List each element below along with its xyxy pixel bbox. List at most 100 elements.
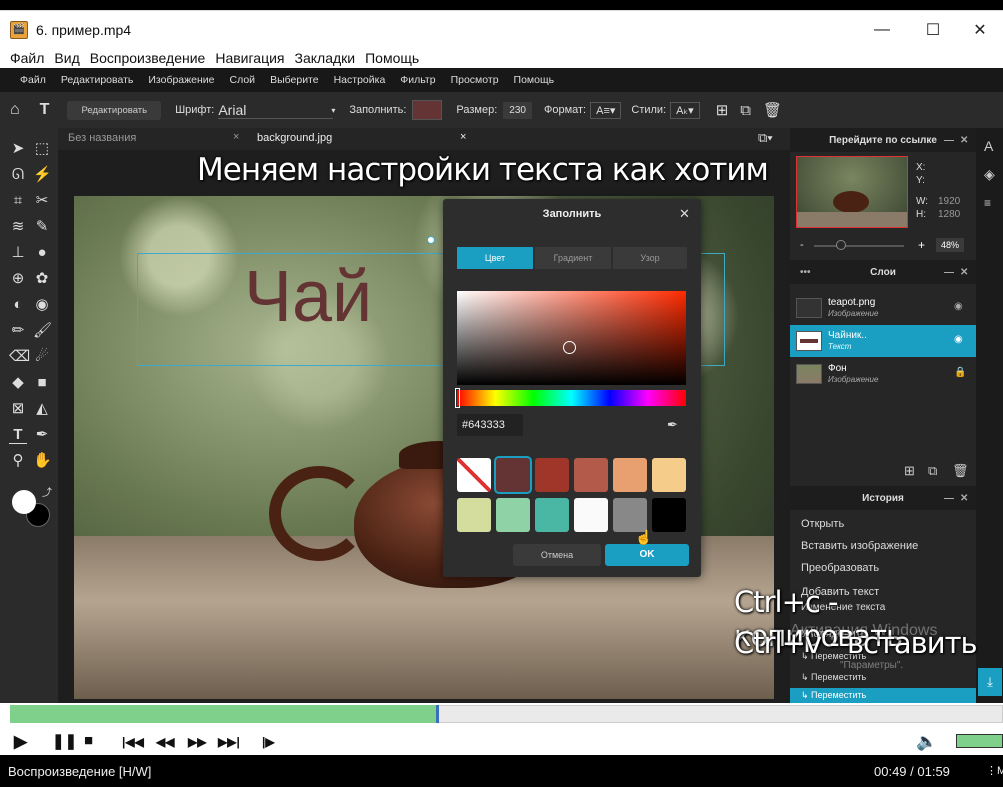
color-swatch[interactable] [613,458,647,492]
menu-navigation[interactable]: Навигация [215,50,284,66]
color-swatch[interactable] [496,498,530,532]
panel-close-icon[interactable]: ✕ [960,267,968,278]
font-select[interactable]: Arial [218,102,334,119]
dialog-close-icon[interactable]: ✕ [679,206,690,222]
color-picker-handle[interactable] [563,341,576,354]
text-panel-icon[interactable]: A [984,138,993,154]
magic-wand-icon[interactable]: ⚡ [33,166,52,184]
speaker-icon[interactable]: 🔈 [916,732,937,752]
window-arrange-icon[interactable]: ⧉▾ [758,130,773,146]
image-tool-icon[interactable]: ⊠ [9,400,27,418]
delete-layer-icon[interactable]: 🗑 [952,463,969,479]
frame-step-icon[interactable]: |▶ [262,735,275,749]
close-button[interactable]: ✕ [957,11,1003,49]
editor-menu-filter[interactable]: Фильтр [400,74,435,86]
menu-file[interactable]: Файл [10,50,44,66]
layer-text[interactable]: Чайник.. Текст ◉ [790,325,976,357]
size-select[interactable]: 230 [503,101,532,119]
history-item-selected[interactable]: ↳ Переместить [790,688,976,703]
bucket-icon[interactable]: ◆ [9,374,27,392]
rectangle-icon[interactable]: ■ [33,374,51,392]
panel-close-icon[interactable]: ✕ [960,493,968,504]
zoom-out-button[interactable]: - [800,239,804,251]
eyedropper-icon[interactable]: ✒ [667,417,678,433]
canvas-text[interactable]: Чай [244,257,372,337]
history-item[interactable]: Преобразовать [790,557,976,579]
tab-pattern[interactable]: Узор [613,247,687,269]
stamp-icon[interactable]: ⊥ [9,244,27,262]
tab-untitled[interactable]: Без названия [68,132,136,144]
swatch-none[interactable] [457,458,491,492]
zoom-slider-handle[interactable] [836,240,846,250]
zoom-value[interactable]: 48% [936,238,965,252]
hand-icon[interactable]: ✋ [33,452,52,470]
text-style-icon[interactable]: Aₖ▾ [670,101,700,119]
hue-slider-handle[interactable] [455,388,460,408]
eye-icon[interactable]: ◉ [954,334,963,345]
stop-icon[interactable]: ■ [84,732,93,749]
more-icon[interactable]: ••• [800,267,811,278]
zoom-in-button[interactable]: + [918,238,925,252]
tab-close-icon[interactable]: × [460,131,466,143]
liquify-icon[interactable]: ≋ [9,218,27,236]
swap-colors-icon[interactable]: ⤴ [42,484,52,499]
drop-icon[interactable]: ● [33,244,51,262]
add-icon[interactable]: ⊞ [716,101,729,119]
editor-menu-adjust[interactable]: Настройка [334,74,386,86]
adjust-panel-icon[interactable]: ≡ [984,196,991,210]
color-swatch[interactable] [613,498,647,532]
marquee-tool-icon[interactable]: ⬚ [33,140,51,158]
zoom-icon[interactable]: ⚲ [9,452,27,470]
hex-input[interactable]: #643333 [457,414,523,436]
home-icon[interactable]: ⌂ [10,101,20,119]
text-tool-icon[interactable]: T [9,426,27,444]
dodge-icon[interactable]: ◐ [9,296,27,314]
lasso-tool-icon[interactable]: ᘏ [9,166,27,184]
shape-tool-icon[interactable]: ◭ [33,400,51,418]
tab-color[interactable]: Цвет [457,247,533,269]
hue-slider[interactable] [457,390,686,406]
trash-icon[interactable]: 🗑 [763,101,782,119]
layers-panel-icon[interactable]: ◈ [984,166,995,183]
play-icon[interactable]: ▶ [14,732,27,752]
lock-icon[interactable]: 🔒 [954,367,966,378]
pen-icon[interactable]: ✒ [33,426,51,444]
zoom-slider[interactable] [814,245,904,247]
navigator-thumbnail[interactable] [796,156,908,228]
seek-bar-position[interactable] [436,705,439,723]
burn-icon[interactable]: ◉ [33,296,51,314]
panel-close-icon[interactable]: ✕ [960,135,968,146]
color-swatch[interactable] [574,458,608,492]
layer-teapot[interactable]: teapot.png Изображение ◉ [790,292,976,324]
minimize-button[interactable]: — [859,11,905,49]
maximize-button[interactable]: ☐ [910,11,956,49]
collapse-icon[interactable]: — [944,135,954,146]
volume-slider[interactable] [956,734,1003,748]
pencil-icon[interactable]: ✏ [9,322,27,340]
tab-gradient[interactable]: Градиент [535,247,611,269]
pause-icon[interactable]: ❚❚ [52,732,77,750]
fast-forward-icon[interactable]: ▶▶ [188,735,206,749]
move-tool-icon[interactable]: ➤ [9,140,27,158]
color-swatch[interactable] [535,458,569,492]
menu-playback[interactable]: Воспроизведение [90,50,206,66]
tab-background[interactable]: background.jpg [257,132,332,144]
collapse-icon[interactable]: — [944,493,954,504]
aspect-icon[interactable]: ⋮M [986,764,1003,777]
editor-menu-layer[interactable]: Слой [230,74,256,86]
eraser-icon[interactable]: ⌫ [9,348,30,366]
history-item[interactable]: Вставить изображение [790,535,976,557]
download-icon[interactable]: ⤓ [978,668,1002,696]
foreground-color-icon[interactable] [12,490,36,514]
color-swatch[interactable] [652,498,686,532]
color-swatch[interactable] [457,498,491,532]
menu-bookmarks[interactable]: Закладки [295,50,356,66]
menu-help[interactable]: Помощь [365,50,419,66]
cancel-button[interactable]: Отмена [513,544,601,566]
previous-icon[interactable]: |◀◀ [122,735,144,749]
history-item[interactable]: Открыть [790,513,976,535]
collapse-icon[interactable]: — [944,267,954,278]
eye-icon[interactable]: ◉ [954,301,963,312]
add-layer-icon[interactable]: ⊞ [904,463,915,479]
eyedropper-icon[interactable]: ✎ [33,218,51,236]
